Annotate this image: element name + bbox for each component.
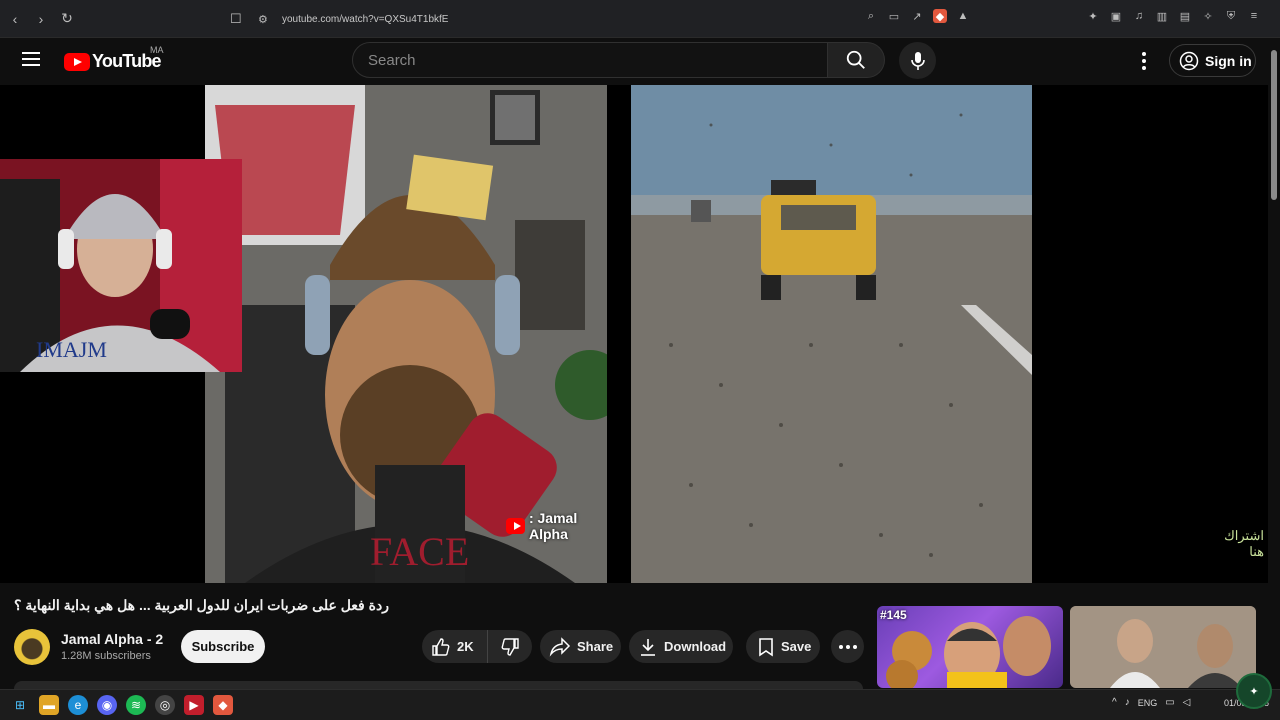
windows-start-icon[interactable]: ⊞	[10, 695, 30, 715]
thumbs-down-icon	[501, 637, 519, 656]
steam-icon[interactable]: ◎	[155, 695, 175, 715]
tray-mic-icon[interactable]: ♪	[1125, 697, 1130, 708]
app-icon[interactable]: ▶	[184, 695, 204, 715]
download-label: Download	[664, 639, 727, 654]
description-box[interactable]	[14, 681, 863, 689]
like-button[interactable]: 2K	[422, 630, 488, 663]
sign-in-button[interactable]: Sign in	[1169, 44, 1256, 77]
bookmark-save-icon	[759, 637, 773, 656]
windows-taskbar: ⊞ ▬ e ◉ ≋ ◎ ▶ ◆ ^ ♪ ENG ▭ ◁ 01/03/2026	[0, 689, 1280, 720]
input-language[interactable]: ENG	[1138, 698, 1158, 708]
clip-scene-illustration	[631, 85, 1032, 583]
reload-icon[interactable]: ↻	[56, 8, 78, 30]
wallet-icon[interactable]: ▤	[1178, 9, 1192, 23]
subscriber-count: 1.28M subscribers	[61, 650, 151, 662]
settings-menu-button[interactable]	[1136, 50, 1152, 72]
extensions-bar: ✦ ▣ ♫ ▥ ▤ ✧ ⛨ ≡	[1086, 9, 1261, 23]
thumbs-up-icon	[432, 637, 450, 656]
share-page-icon[interactable]: ↗	[910, 9, 924, 23]
tray-chevron-icon[interactable]: ^	[1112, 697, 1117, 708]
sidebar-icon[interactable]: ▥	[1155, 9, 1169, 23]
search-input[interactable]	[368, 51, 827, 69]
video-title: ردة فعل على ضربات ايران للدول العربية ..…	[14, 597, 389, 613]
taskbar-apps: ⊞ ▬ e ◉ ≋ ◎ ▶ ◆	[10, 695, 233, 715]
country-code: MA	[150, 45, 164, 55]
brave-shields-icon[interactable]: ◆	[933, 9, 947, 23]
streamer-video-frame: FACE : Jamal Alpha	[205, 85, 607, 583]
edge-icon[interactable]: e	[68, 695, 88, 715]
recommended-video-thumbnail[interactable]: #145	[877, 606, 1063, 688]
vpn-icon[interactable]: ⛨	[1224, 9, 1238, 23]
menu-icon[interactable]: ≡	[1247, 9, 1261, 23]
leo-ai-icon[interactable]: ✧	[1201, 9, 1215, 23]
account-icon	[1179, 51, 1199, 70]
screenshot-icon[interactable]: ▣	[1109, 9, 1123, 23]
file-explorer-icon[interactable]: ▬	[39, 695, 59, 715]
page-scrollbar[interactable]	[1268, 38, 1280, 688]
youtube-header: YouTube MA Sign in	[0, 38, 1268, 84]
watermark-text: : Jamal Alpha	[528, 510, 578, 542]
address-url[interactable]: youtube.com/watch?v=QXSu4T1bkfE	[282, 14, 448, 25]
subscribe-button[interactable]: Subscribe	[181, 630, 265, 663]
recommended-video-thumbnail[interactable]	[1070, 606, 1256, 688]
subscribe-overlay-line2: هنا	[1249, 544, 1264, 559]
webcam-overlay: IMAJM	[0, 159, 242, 372]
save-label: Save	[781, 639, 812, 654]
sign-in-label: Sign in	[1205, 52, 1252, 69]
rec-episode-badge: #145	[880, 608, 907, 622]
voice-search-button[interactable]	[899, 42, 936, 79]
download-icon	[641, 638, 655, 656]
search-button[interactable]	[828, 42, 885, 78]
zoom-icon[interactable]: ⌕	[864, 9, 878, 23]
guide-menu-icon[interactable]	[22, 52, 40, 66]
channel-avatar[interactable]	[14, 629, 50, 665]
site-info-icon[interactable]: ⚙	[258, 13, 276, 26]
svg-text:FACE: FACE	[370, 529, 469, 574]
search-icon	[846, 50, 865, 69]
dislike-button[interactable]	[488, 637, 532, 657]
like-count: 2K	[457, 639, 474, 654]
share-button[interactable]: Share	[540, 630, 621, 663]
streamer-scene-illustration: FACE	[205, 85, 607, 583]
rec-thumb-illustration	[1070, 606, 1256, 688]
address-actions: ⌕ ▭ ↗ ◆ ▲	[864, 9, 970, 23]
extensions-icon[interactable]: ✦	[1086, 9, 1100, 23]
share-label: Share	[577, 639, 614, 654]
cast-icon[interactable]: ▭	[887, 9, 901, 23]
share-icon	[549, 636, 571, 657]
network-icon[interactable]: ▭	[1165, 697, 1174, 708]
spotify-icon[interactable]: ≋	[126, 695, 146, 715]
channel-emblem-icon: ✦	[1236, 673, 1272, 709]
discord-icon[interactable]: ◉	[97, 695, 117, 715]
subscribe-overlay-text[interactable]: اشتراك هنا	[1212, 528, 1264, 560]
youtube-play-icon	[64, 52, 90, 71]
scrollbar-thumb[interactable]	[1271, 50, 1277, 200]
subscribe-overlay-line1: اشتراك	[1224, 528, 1264, 543]
webcam-illustration: IMAJM	[0, 159, 242, 372]
bookmark-icon[interactable]: ☐	[230, 11, 248, 27]
video-owner-row: Jamal Alpha - 2 1.28M subscribers Subscr…	[14, 627, 864, 667]
search-box	[352, 42, 828, 78]
more-actions-button[interactable]	[831, 630, 864, 663]
brave-icon[interactable]: ◆	[213, 695, 233, 715]
system-tray: ^ ♪ ENG ▭ ◁	[1112, 697, 1190, 708]
video-player[interactable]: FACE : Jamal Alpha IMAJM اشتراك هنا	[0, 85, 1268, 583]
channel-watermark: : Jamal Alpha	[506, 510, 607, 542]
channel-name[interactable]: Jamal Alpha - 2	[61, 631, 163, 647]
music-icon[interactable]: ♫	[1132, 9, 1146, 23]
back-icon[interactable]: ‹	[4, 8, 26, 30]
reaction-clip-frame	[631, 85, 1032, 583]
brave-rewards-icon[interactable]: ▲	[956, 9, 970, 23]
like-dislike-group: 2K	[422, 630, 532, 663]
save-button[interactable]: Save	[746, 630, 820, 663]
youtube-mini-icon	[506, 518, 525, 534]
youtube-logo[interactable]: YouTube MA	[64, 45, 164, 72]
forward-icon[interactable]: ›	[30, 8, 52, 30]
download-button[interactable]: Download	[629, 630, 733, 663]
volume-icon[interactable]: ◁	[1183, 697, 1191, 708]
svg-text:IMAJM: IMAJM	[36, 337, 107, 362]
microphone-icon	[910, 51, 925, 70]
browser-toolbar: ‹ › ↻ ☐ ⚙ youtube.com/watch?v=QXSu4T1bkf…	[0, 0, 1280, 38]
